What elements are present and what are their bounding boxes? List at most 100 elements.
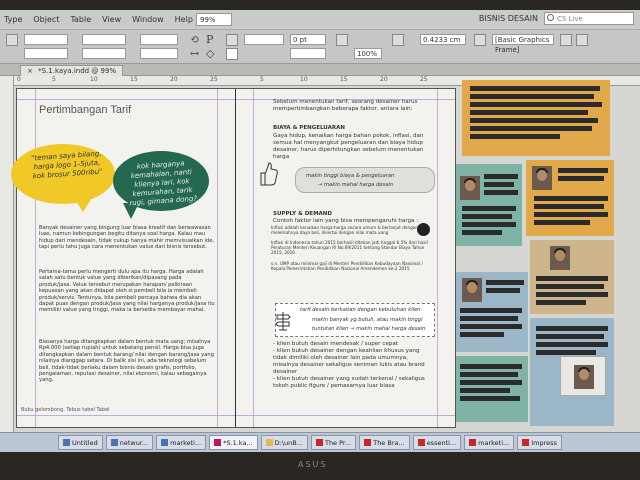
taskbar-item[interactable]: The Pr... bbox=[310, 435, 357, 450]
text-bar bbox=[558, 176, 604, 181]
card-orange-2[interactable] bbox=[526, 160, 614, 236]
text-bar bbox=[484, 182, 514, 187]
shadow-icon[interactable] bbox=[392, 34, 404, 46]
monitor-brand-logo: ASUS bbox=[298, 460, 328, 469]
opacity-field[interactable]: 100% bbox=[354, 48, 382, 59]
width-field[interactable] bbox=[82, 34, 126, 45]
ruler-mark: 15 bbox=[340, 76, 348, 83]
pin-marker[interactable] bbox=[417, 223, 430, 236]
taskbar-label: netwur... bbox=[119, 439, 149, 447]
corner-shape-icon[interactable] bbox=[474, 34, 486, 46]
ruler-mark: 25 bbox=[210, 76, 218, 83]
zoom-select[interactable]: 99% bbox=[196, 13, 232, 26]
fit-content-icon[interactable] bbox=[576, 34, 588, 46]
shear-icon[interactable]: P bbox=[206, 33, 213, 46]
card-tan[interactable] bbox=[530, 240, 614, 314]
page-title[interactable]: Pertimbangan Tarif bbox=[39, 104, 131, 116]
taskbar-label: marketi... bbox=[478, 439, 510, 447]
scale-y-field[interactable] bbox=[140, 48, 178, 59]
ruler-mark: 0 bbox=[17, 76, 21, 83]
tab-document[interactable]: × *S.1.kaya.indd @ 99% bbox=[20, 65, 124, 76]
card-orange-top[interactable] bbox=[462, 80, 610, 156]
menu-view[interactable]: View bbox=[102, 15, 121, 24]
margin-guide bbox=[217, 89, 218, 427]
left-body-3[interactable]: Biasanya harga ditangkapkan dalam bentuk… bbox=[39, 339, 215, 405]
text-bar bbox=[470, 126, 592, 131]
ruler-vertical[interactable] bbox=[0, 76, 14, 432]
card-teal-1[interactable] bbox=[456, 164, 522, 246]
taskbar-label: Untitled bbox=[72, 439, 98, 447]
avatar bbox=[574, 365, 594, 389]
speech-bubble-yellow[interactable]: "teman saya bilang, harga logo 1-5juta, … bbox=[11, 144, 115, 212]
right-list[interactable]: - klien butuh desain mendesak / super ce… bbox=[273, 341, 433, 401]
taskbar-item[interactable]: D:\unB... bbox=[260, 435, 308, 450]
reference-point-icon[interactable] bbox=[6, 34, 18, 46]
speech-bubble-green[interactable]: kok harganya kemahalan, nanti klienya la… bbox=[113, 151, 209, 219]
select-container-icon[interactable]: ◇ bbox=[206, 47, 214, 60]
card-teal-2[interactable] bbox=[454, 356, 528, 422]
callout-supply[interactable]: tarif desain berkaitan dengan kebutuhan … bbox=[275, 303, 435, 337]
right-intro[interactable]: Sebelum menentukan tarif, seorang desain… bbox=[273, 99, 433, 119]
right-biaya-text[interactable]: Gaya hidup, kenaikan harga bahan pokok, … bbox=[273, 133, 433, 163]
document-spread[interactable]: Pertimbangan Tarif "teman saya bilang, h… bbox=[11, 88, 456, 428]
callout-1-line-1: makin tinggi biaya & pengeluaran bbox=[306, 173, 395, 179]
menu-window[interactable]: Window bbox=[132, 15, 164, 24]
menu-type[interactable]: Type bbox=[4, 15, 22, 24]
text-bar bbox=[462, 214, 512, 219]
fill-swatch[interactable] bbox=[244, 34, 284, 45]
corner-size-field[interactable]: 0.4233 cm bbox=[420, 34, 466, 45]
folder-icon bbox=[265, 439, 273, 446]
x-field[interactable] bbox=[24, 34, 68, 45]
left-body-1[interactable]: Banyak desainer yang bingung luar biasa … bbox=[39, 225, 215, 265]
stroke-type-field[interactable] bbox=[290, 48, 326, 59]
y-field[interactable] bbox=[24, 48, 68, 59]
search-input[interactable]: CS Live bbox=[544, 12, 634, 25]
menu-table[interactable]: Table bbox=[70, 15, 91, 24]
rotate-icon[interactable]: ⟲ bbox=[190, 33, 199, 46]
callout-biaya[interactable]: makin tinggi biaya & pengeluaran → makin… bbox=[295, 167, 435, 193]
close-icon[interactable]: × bbox=[27, 67, 33, 75]
taskbar-item[interactable]: marketi... bbox=[464, 435, 515, 450]
height-field[interactable] bbox=[82, 48, 126, 59]
caption-block[interactable]: Inflasi adalah kenaikan harga-harga seca… bbox=[271, 225, 431, 280]
avatar bbox=[462, 278, 482, 302]
taskbar-item[interactable]: Untitled bbox=[58, 435, 103, 450]
stroke-icon[interactable] bbox=[226, 48, 238, 60]
subhead-supply[interactable]: SUPPLY & DEMAND bbox=[273, 211, 332, 217]
text-bar bbox=[536, 326, 608, 331]
object-style-select[interactable]: [Basic Graphics Frame] bbox=[492, 34, 554, 54]
avatar bbox=[532, 166, 552, 190]
taskbar-label: D:\unB... bbox=[274, 439, 303, 447]
card-photo[interactable] bbox=[560, 356, 606, 396]
subhead-biaya[interactable]: BIAYA & PENGELUARAN bbox=[273, 125, 345, 131]
text-bar bbox=[460, 308, 522, 313]
taskbar-item[interactable]: Impress bbox=[517, 435, 562, 450]
footnote[interactable]: Buku gelombong. Tebus tabel Tabel bbox=[21, 407, 109, 413]
workspace-switcher[interactable]: BISNIS DESAIN bbox=[479, 14, 538, 23]
wrap-icon[interactable] bbox=[560, 34, 572, 46]
menu-help[interactable]: Help bbox=[175, 15, 193, 24]
search-icon bbox=[547, 14, 554, 21]
flip-icon[interactable]: ↔ bbox=[190, 47, 199, 60]
text-bar bbox=[470, 102, 602, 107]
card-blue[interactable] bbox=[454, 272, 528, 352]
text-bar bbox=[460, 316, 518, 321]
taskbar-item[interactable]: The Bra... bbox=[359, 435, 410, 450]
taskbar-item[interactable]: netwur... bbox=[105, 435, 154, 450]
left-body-2[interactable]: Pertama-tama perlu mengerti dulu apa itu… bbox=[39, 269, 215, 335]
text-bar bbox=[462, 206, 516, 211]
taskbar-label: marketi... bbox=[170, 439, 202, 447]
tab-document-label: *S.1.kaya.indd @ 99% bbox=[38, 67, 117, 75]
effects-icon[interactable] bbox=[336, 34, 348, 46]
scale-x-field[interactable] bbox=[140, 34, 178, 45]
bubble-yellow-text: "teman saya bilang, harga logo 1-5juta, … bbox=[30, 149, 103, 181]
text-bar bbox=[460, 396, 520, 401]
fill-icon[interactable] bbox=[226, 34, 238, 46]
stroke-weight-field[interactable]: 0 pt bbox=[290, 34, 326, 45]
menu-object[interactable]: Object bbox=[33, 15, 59, 24]
ruler-mark: 20 bbox=[380, 76, 388, 83]
taskbar-item-active[interactable]: *S.1.ka... bbox=[209, 435, 258, 450]
app-icon bbox=[63, 439, 70, 446]
taskbar-item[interactable]: marketi... bbox=[156, 435, 207, 450]
taskbar-item[interactable]: essenti... bbox=[412, 435, 462, 450]
